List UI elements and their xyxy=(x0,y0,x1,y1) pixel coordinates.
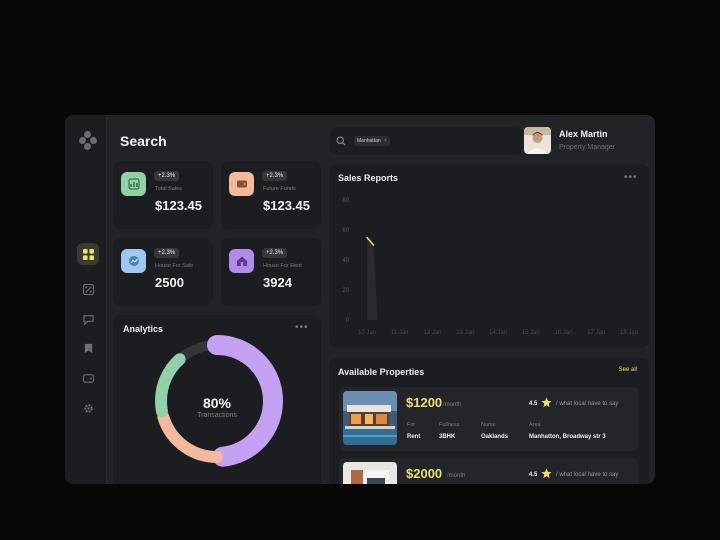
x-tick-label: 16 Jan xyxy=(554,330,572,336)
field-value: Rent xyxy=(407,434,421,440)
series-area xyxy=(367,237,378,320)
donut-value: 80% xyxy=(202,395,232,411)
x-tick-label: 13 Jan xyxy=(456,330,474,336)
property-image xyxy=(343,391,397,445)
x-tick-label: 15 Jan xyxy=(522,330,540,336)
search-icon xyxy=(336,136,346,146)
stat-value: 2500 xyxy=(155,275,184,290)
property-review-link[interactable]: / what local have to say xyxy=(556,401,618,407)
x-tick-label: 14 Jan xyxy=(489,330,507,336)
stat-label: House For Sale xyxy=(155,263,194,269)
gear-icon xyxy=(83,403,93,413)
logo-icon xyxy=(79,131,97,150)
stat-label: House For Rent xyxy=(263,263,302,269)
property-card[interactable]: $2000 /month 4.5 / what local have to sa… xyxy=(339,458,639,484)
wallet-icon xyxy=(229,172,254,196)
x-tick-label: 11 Jan xyxy=(391,330,409,336)
stat-label: Future Funds xyxy=(263,186,296,192)
donut-label: Transactions xyxy=(197,412,237,419)
chart-icon xyxy=(121,172,146,196)
property-price: $2000 xyxy=(406,466,443,481)
property-price: $1200 xyxy=(406,395,443,410)
stat-badge: +2.3% xyxy=(262,171,288,181)
x-tick-label: 12 Jan xyxy=(423,330,441,336)
sidebar-item-offers[interactable] xyxy=(77,278,99,300)
sidebar-item-messages[interactable] xyxy=(77,308,99,330)
search-bar[interactable]: Manhattan × xyxy=(330,127,522,155)
star-icon xyxy=(541,468,552,479)
property-period: /month xyxy=(443,402,462,408)
page-title: Search xyxy=(120,133,167,149)
sidebar-item-wallet[interactable] xyxy=(77,367,99,389)
y-tick-label: 80 xyxy=(342,198,349,204)
avatar[interactable] xyxy=(524,127,551,154)
property-image xyxy=(343,462,397,484)
star-icon xyxy=(541,397,552,408)
x-tick-label: 10 Jan xyxy=(358,330,376,336)
field-value: Oaklands xyxy=(481,434,509,440)
available-properties-panel: Available Properties See all $1200 /mont… xyxy=(329,358,649,484)
y-tick-label: 0 xyxy=(346,318,350,324)
field-label: Fullness xyxy=(439,422,460,428)
stat-badge: +2.3% xyxy=(262,248,288,258)
stat-badge: +2.3% xyxy=(154,171,180,181)
field-label: For xyxy=(407,422,416,428)
stat-card-house-for-rent[interactable]: +2.3% House For Rent 3924 xyxy=(221,238,321,306)
chip-label: Manhattan xyxy=(357,138,381,144)
analytics-panel: Analytics ••• 80% Transactions xyxy=(113,315,321,484)
property-period: /month xyxy=(447,473,466,479)
property-review-link[interactable]: / what local have to say xyxy=(556,472,618,478)
property-rating: 4.5 xyxy=(529,401,538,407)
field-label: Name xyxy=(481,422,496,428)
chip-close-icon[interactable]: × xyxy=(384,138,387,144)
field-value: Manhatton, Broadway str 3 xyxy=(529,434,606,440)
house-icon xyxy=(229,249,254,273)
stat-card-total-sales[interactable]: +2.3% Total Sales $123.45 xyxy=(113,161,213,229)
stat-card-house-for-sale[interactable]: +2.3% House For Sale 2500 xyxy=(113,238,213,306)
wallet-icon xyxy=(82,373,94,383)
x-tick-label: 17 Jan xyxy=(587,330,605,336)
dashboard-grid-icon xyxy=(82,248,94,260)
analytics-title: Analytics xyxy=(123,324,164,334)
stat-value: 3924 xyxy=(263,275,292,290)
stat-card-future-funds[interactable]: +2.3% Future Funds $123.45 xyxy=(221,161,321,229)
y-tick-label: 60 xyxy=(342,228,349,234)
property-card[interactable]: $1200 /month 4.5 / what local have to sa… xyxy=(339,387,639,451)
search-filter-chip[interactable]: Manhattan × xyxy=(354,136,390,146)
chat-icon xyxy=(82,314,94,325)
property-rating: 4.5 xyxy=(529,472,538,478)
stat-value: $123.45 xyxy=(263,198,310,213)
see-all-link[interactable]: See all xyxy=(619,367,637,373)
stat-label: Total Sales xyxy=(155,186,182,192)
y-tick-label: 20 xyxy=(342,288,349,294)
x-tick-label: 18 Jan xyxy=(620,330,638,336)
dashboard-window: Search +2.3% Total Sales $123.45 +2.3% F… xyxy=(65,115,655,484)
stat-value: $123.45 xyxy=(155,198,202,213)
bookmark-icon xyxy=(84,343,92,353)
sidebar-item-dashboard[interactable] xyxy=(77,243,99,265)
properties-title: Available Properties xyxy=(338,367,425,377)
sidebar-item-settings[interactable] xyxy=(77,397,99,419)
percent-icon xyxy=(82,283,94,295)
user-name: Alex Martin xyxy=(559,129,608,139)
sidebar-item-saved[interactable] xyxy=(77,337,99,359)
stat-badge: +2.3% xyxy=(154,248,180,258)
sales-line-chart: 0 20 40 60 80 10 Jan 11 Jan 12 Jan 13 Jan 14 Jan 1… xyxy=(342,198,638,336)
sidebar xyxy=(65,115,107,484)
user-role: Property Manager xyxy=(559,144,616,151)
analytics-more-button[interactable]: ••• xyxy=(295,322,309,333)
field-label: Area xyxy=(529,422,541,428)
field-value: 3BHK xyxy=(439,434,456,440)
trend-icon xyxy=(121,249,146,273)
y-tick-label: 40 xyxy=(342,258,349,264)
sales-report-panel: Sales Reports ••• 0 20 40 60 80 10 Jan 11 Jan 1… xyxy=(329,164,649,348)
